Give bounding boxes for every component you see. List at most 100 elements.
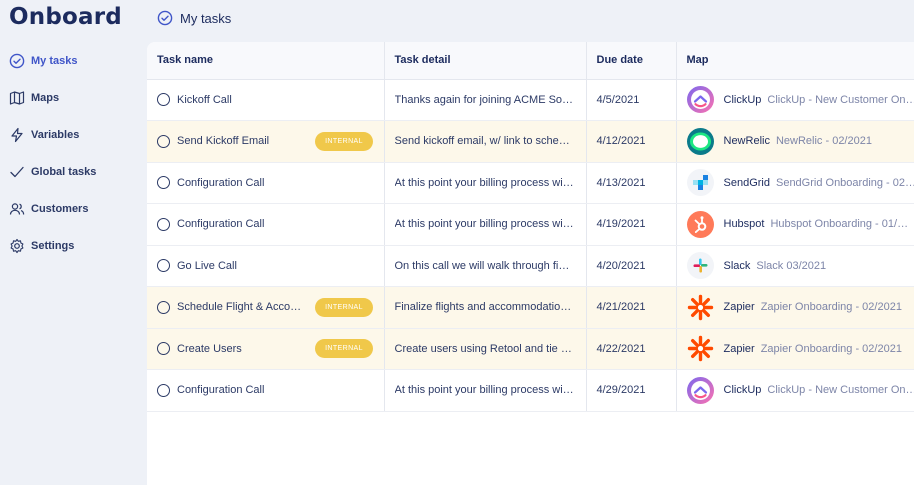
map-app-name[interactable]: Zapier <box>724 301 755 313</box>
map-app-name[interactable]: ClickUp <box>724 94 762 106</box>
task-detail: At this point your billing process will … <box>394 218 575 231</box>
map-cell: NewRelic NewRelic - 02/2021 <box>676 120 914 163</box>
map-app-name[interactable]: Slack <box>724 260 751 272</box>
sidebar-item-label: Global tasks <box>31 165 97 178</box>
task-detail-cell: At this point your billing process will … <box>384 369 587 412</box>
sidebar-item-label: Customers <box>31 202 89 215</box>
sidebar-item-label: My tasks <box>31 54 78 67</box>
lightning-icon <box>9 127 25 143</box>
map-name[interactable]: ClickUp - New Customer On… <box>767 94 914 106</box>
task-detail-cell: Send kickoff email, w/ link to schedu… <box>384 120 587 163</box>
task-name[interactable]: Configuration Call <box>177 384 264 396</box>
due-date-cell: 4/5/2021 <box>586 79 677 121</box>
map-cell: Hubspot Hubspot Onboarding - 01/… <box>676 203 914 246</box>
map-name[interactable]: SendGrid Onboarding - 02… <box>776 177 914 189</box>
due-date-cell: 4/29/2021 <box>586 369 677 412</box>
task-name[interactable]: Send Kickoff Email <box>177 135 269 147</box>
map-app-name[interactable]: NewRelic <box>724 135 770 147</box>
sidebar-item-customers[interactable]: Customers <box>0 190 146 227</box>
task-name[interactable]: Kickoff Call <box>177 94 232 106</box>
task-name[interactable]: Go Live Call <box>177 260 237 272</box>
task-complete-radio[interactable] <box>157 217 170 231</box>
task-complete-radio[interactable] <box>157 383 170 397</box>
map-app-name[interactable]: Zapier <box>724 343 755 355</box>
map-cell: Zapier Zapier Onboarding - 02/2021 <box>676 286 914 329</box>
task-detail-cell: Create users using Retool and tie th… <box>384 328 587 370</box>
due-date-cell: 4/12/2021 <box>586 120 677 163</box>
task-name[interactable]: Schedule Flight & Accom… <box>177 301 305 313</box>
sidebar-item-my-tasks[interactable]: My tasks <box>0 42 146 79</box>
table-row[interactable]: Configuration Call At this point your bil… <box>147 162 914 204</box>
task-complete-radio[interactable] <box>157 300 170 314</box>
users-icon <box>9 201 25 217</box>
sidebar-item-maps[interactable]: Maps <box>0 79 146 116</box>
table-row[interactable]: Configuration Call At this point your bil… <box>147 203 914 246</box>
map-cell: SendGrid SendGrid Onboarding - 02… <box>676 162 914 204</box>
task-complete-radio[interactable] <box>157 342 170 356</box>
table-row[interactable]: Create Users INTERNAL Create users using R… <box>147 328 914 370</box>
map-name[interactable]: ClickUp - New Customer On… <box>767 384 914 396</box>
map-cell: Zapier Zapier Onboarding - 02/2021 <box>676 328 914 370</box>
check-circle-icon <box>9 53 25 69</box>
due-date-cell: 4/21/2021 <box>586 286 677 329</box>
task-name[interactable]: Create Users <box>177 343 242 355</box>
due-date: 4/21/2021 <box>596 301 646 314</box>
due-date-cell: 4/20/2021 <box>586 245 677 287</box>
column-header-task-name[interactable]: Task name <box>147 42 385 80</box>
internal-badge: INTERNAL <box>315 131 373 151</box>
task-name-cell: Configuration Call <box>147 369 385 412</box>
map-name[interactable]: NewRelic - 02/2021 <box>776 135 872 147</box>
task-detail: At this point your billing process will … <box>394 384 575 397</box>
gear-icon <box>9 238 25 254</box>
sidebar-item-variables[interactable]: Variables <box>0 116 146 153</box>
task-complete-radio[interactable] <box>157 93 170 107</box>
column-header-due-date[interactable]: Due date <box>586 42 677 80</box>
clickup-icon <box>686 86 714 114</box>
table-row[interactable]: Send Kickoff Email INTERNAL Send kickoff e… <box>147 120 914 163</box>
sidebar-item-label: Settings <box>31 239 75 252</box>
task-detail: Finalize flights and accommodation… <box>394 301 575 314</box>
task-complete-radio[interactable] <box>157 176 170 190</box>
map-cell: ClickUp ClickUp - New Customer On… <box>676 79 914 121</box>
table-row[interactable]: Configuration Call At this point your bil… <box>147 369 914 412</box>
zapier-icon <box>687 335 714 362</box>
table-row[interactable]: Go Live Call On this call we will walk th… <box>147 245 914 287</box>
clickup-icon <box>686 376 714 404</box>
task-detail: Create users using Retool and tie th… <box>394 342 575 355</box>
table-row[interactable]: Kickoff Call Thanks again for joining ACM… <box>147 79 914 121</box>
map-name[interactable]: Hubspot Onboarding - 01/… <box>770 218 908 230</box>
map-cell: Slack Slack 03/2021 <box>676 245 914 287</box>
task-detail-cell: On this call we will walk through fina… <box>384 245 587 287</box>
newrelic-icon <box>686 127 714 155</box>
check-circle-icon <box>157 10 173 26</box>
zapier-icon <box>687 294 714 321</box>
map-name[interactable]: Zapier Onboarding - 02/2021 <box>761 343 902 355</box>
map-app-name[interactable]: SendGrid <box>724 177 770 189</box>
sidebar-item-label: Maps <box>31 91 60 104</box>
task-detail-cell: Thanks again for joining ACME Soft… <box>384 79 587 121</box>
map-app-name[interactable]: ClickUp <box>724 384 762 396</box>
due-date: 4/12/2021 <box>596 135 646 148</box>
column-header-map[interactable]: Map <box>676 42 914 80</box>
sidebar-item-settings[interactable]: Settings <box>0 227 146 264</box>
sidebar-item-global-tasks[interactable]: Global tasks <box>0 153 146 190</box>
task-detail: On this call we will walk through fina… <box>394 259 575 272</box>
column-header-task-detail[interactable]: Task detail <box>384 42 587 80</box>
task-complete-radio[interactable] <box>157 259 170 273</box>
due-date-cell: 4/22/2021 <box>586 328 677 370</box>
map-app-name[interactable]: Hubspot <box>724 218 765 230</box>
map-name[interactable]: Slack 03/2021 <box>756 260 826 272</box>
due-date-cell: 4/13/2021 <box>586 162 677 204</box>
task-name[interactable]: Configuration Call <box>177 177 264 189</box>
task-detail: Thanks again for joining ACME Soft… <box>394 93 575 106</box>
map-cell: ClickUp ClickUp - New Customer On… <box>676 369 914 412</box>
due-date-cell: 4/19/2021 <box>586 203 677 246</box>
table-row[interactable]: Schedule Flight & Accom… INTERNAL Finalize… <box>147 286 914 329</box>
map-name[interactable]: Zapier Onboarding - 02/2021 <box>761 301 902 313</box>
task-name[interactable]: Configuration Call <box>177 218 264 230</box>
task-complete-radio[interactable] <box>157 134 170 148</box>
task-name-cell: Go Live Call <box>147 245 385 287</box>
internal-badge: INTERNAL <box>315 339 373 359</box>
internal-badge: INTERNAL <box>315 297 373 317</box>
sidebar-item-label: Variables <box>31 128 80 141</box>
